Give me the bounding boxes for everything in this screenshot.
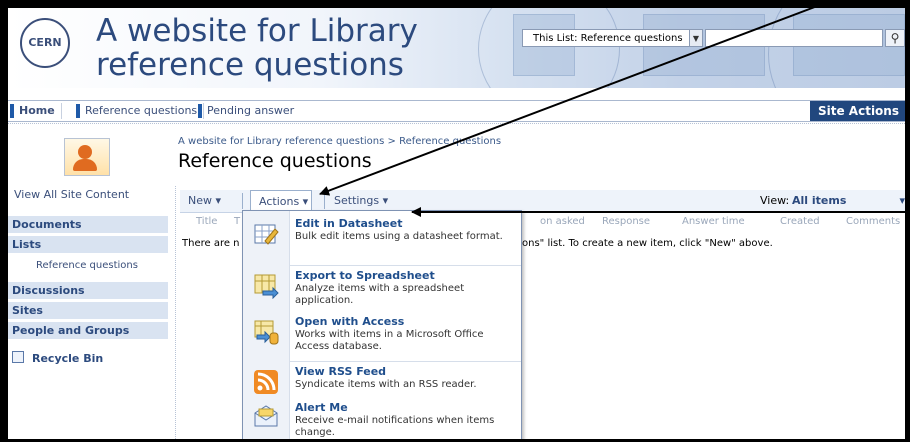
arrow-to-actions-menu xyxy=(319,1,829,196)
annotation-arrows xyxy=(319,1,908,217)
